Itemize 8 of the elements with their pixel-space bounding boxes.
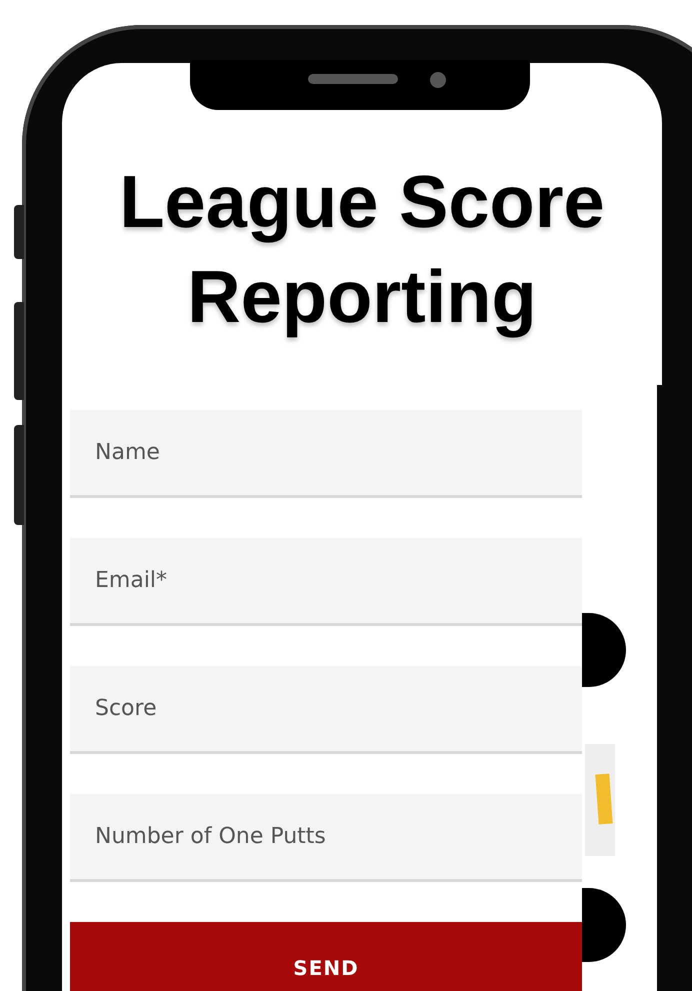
send-button[interactable]: SEND: [70, 922, 582, 991]
text-field[interactable]: Score: [70, 666, 582, 754]
circle-graphic-icon: [582, 613, 626, 687]
text-field[interactable]: Number of One Putts: [70, 794, 582, 882]
text-field[interactable]: Email*: [70, 538, 582, 626]
page-title: League Score Reporting: [118, 159, 606, 340]
text-field[interactable]: Name: [70, 410, 582, 498]
circle-graphic-icon: [582, 888, 626, 962]
